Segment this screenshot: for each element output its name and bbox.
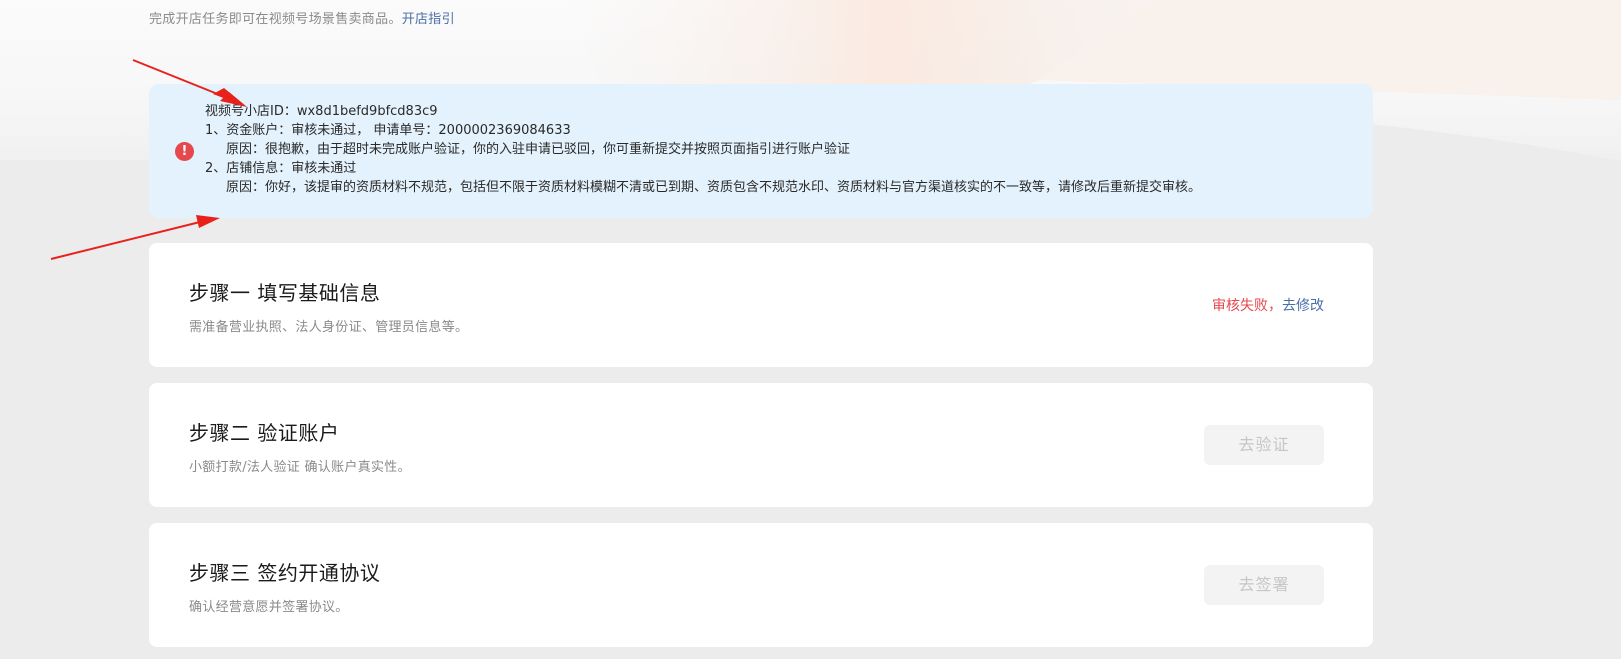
modify-link[interactable]: 去修改 bbox=[1282, 298, 1324, 314]
shop-id-line: 视频号小店ID：wx8d1befd9bfcd83c9 bbox=[205, 104, 438, 119]
exclamation-icon: ! bbox=[175, 142, 194, 161]
step-card-basic-info: 步骤一 填写基础信息 需准备营业执照、法人身份证、管理员信息等。 审核失败，去修… bbox=[149, 243, 1373, 367]
shop-info-reason: 原因：你好，该提审的资质材料不规范，包括但不限于资质材料模糊不清或已到期、资质包… bbox=[226, 180, 1202, 195]
open-shop-guide-link[interactable]: 开店指引 bbox=[402, 12, 455, 27]
fund-account-status: 1、资金账户：审核未通过， 申请单号：2000002369084633 bbox=[205, 123, 571, 138]
step-title: 步骤一 填写基础信息 bbox=[189, 281, 381, 305]
open-shop-tip-text: 完成开店任务即可在视频号场景售卖商品。 bbox=[149, 12, 402, 27]
alert-message: 视频号小店ID：wx8d1befd9bfcd83c9 1、资金账户：审核未通过，… bbox=[205, 102, 1201, 197]
step-description: 小额打款/法人验证 确认账户真实性。 bbox=[189, 460, 411, 475]
step-description: 确认经营意愿并签署协议。 bbox=[189, 600, 349, 615]
review-failed-label: 审核失败， bbox=[1212, 298, 1282, 314]
review-failure-alert: ! 视频号小店ID：wx8d1befd9bfcd83c9 1、资金账户：审核未通… bbox=[149, 84, 1373, 218]
sign-button[interactable]: 去签署 bbox=[1204, 565, 1324, 605]
verify-button[interactable]: 去验证 bbox=[1204, 425, 1324, 465]
fund-account-reason: 原因：很抱歉，由于超时未完成账户验证，你的入驻申请已驳回，你可重新提交并按照页面… bbox=[226, 142, 851, 157]
step-description: 需准备营业执照、法人身份证、管理员信息等。 bbox=[189, 320, 469, 335]
step-status: 审核失败，去修改 bbox=[1212, 295, 1324, 315]
open-shop-tip: 完成开店任务即可在视频号场景售卖商品。开店指引 bbox=[149, 8, 455, 27]
step-title: 步骤二 验证账户 bbox=[189, 421, 340, 445]
step-card-verify-account: 步骤二 验证账户 小额打款/法人验证 确认账户真实性。 去验证 bbox=[149, 383, 1373, 507]
step-title: 步骤三 签约开通协议 bbox=[189, 561, 381, 585]
shop-info-status: 2、店铺信息：审核未通过 bbox=[205, 161, 357, 176]
step-card-sign-agreement: 步骤三 签约开通协议 确认经营意愿并签署协议。 去签署 bbox=[149, 523, 1373, 647]
